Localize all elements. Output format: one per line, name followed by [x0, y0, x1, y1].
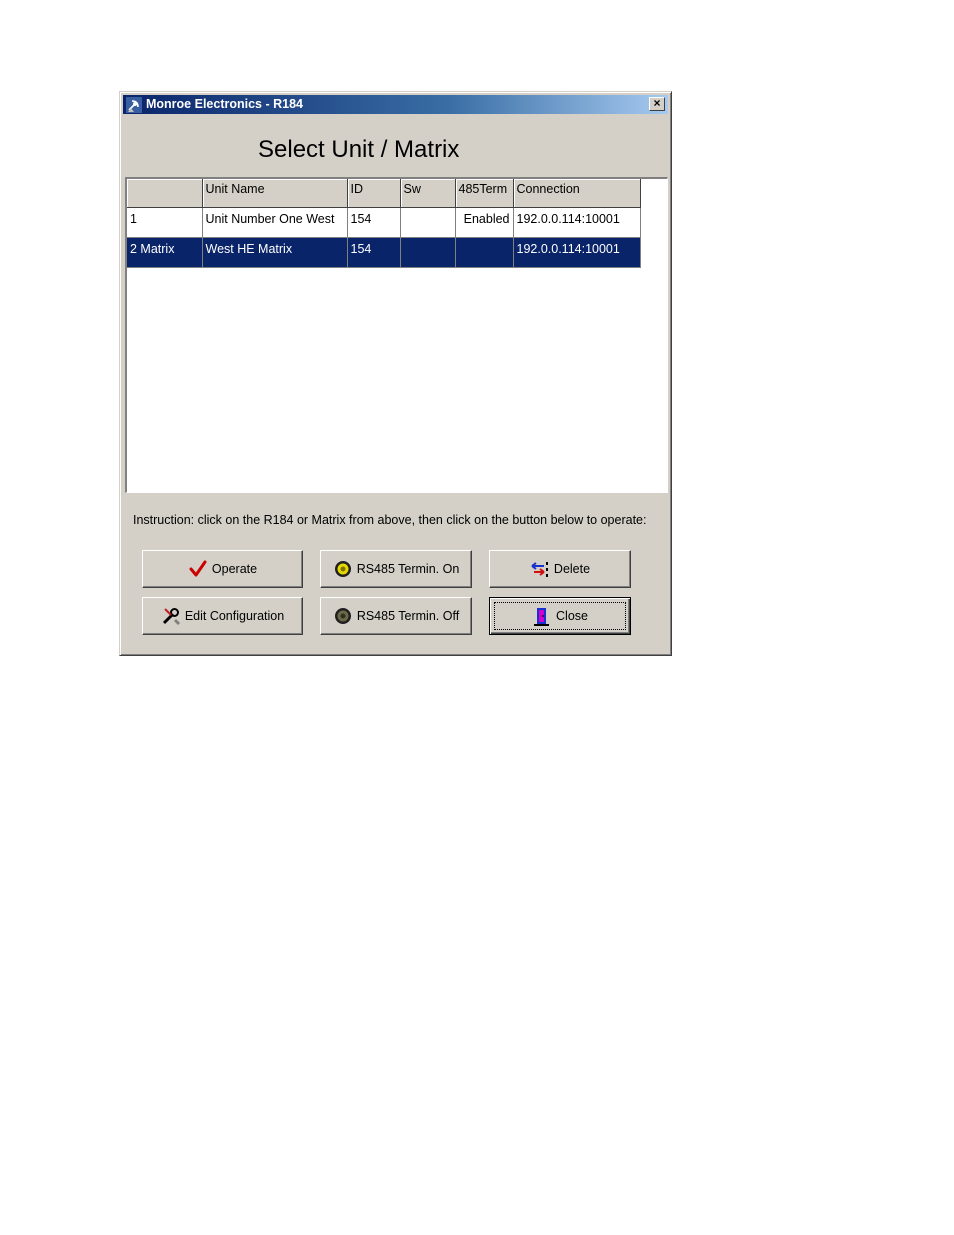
column-header-id[interactable]: ID [347, 179, 401, 208]
cell-unit-name: West HE Matrix [202, 237, 348, 268]
cell-connection: 192.0.0.114:10001 [513, 207, 641, 238]
rs485-on-label: RS485 Termin. On [356, 562, 460, 576]
column-header-sw[interactable]: Sw [400, 179, 456, 208]
unit-table: Unit Name ID Sw 485Term Connection 1 Uni… [127, 179, 641, 268]
header-row: Unit Name ID Sw 485Term Connection [127, 179, 641, 208]
tools-icon [162, 608, 180, 626]
instruction-text: Instruction: click on the R184 or Matrix… [133, 513, 647, 527]
rs485-termin-off-button[interactable]: RS485 Termin. Off [320, 597, 472, 635]
operate-label: Operate [211, 562, 258, 576]
cell-index: 2 Matrix [127, 237, 203, 268]
cell-connection: 192.0.0.114:10001 [513, 237, 641, 268]
delete-arrows-icon [531, 562, 548, 577]
table-row[interactable]: 2 Matrix West HE Matrix 154 192.0.0.114:… [127, 237, 641, 268]
close-button[interactable]: Close [489, 597, 631, 635]
check-icon [189, 560, 207, 577]
delete-label: Delete [553, 562, 591, 576]
led-off-icon [334, 608, 351, 624]
cell-485term [455, 237, 514, 268]
rs485-termin-on-button[interactable]: RS485 Termin. On [320, 550, 472, 588]
unit-grid[interactable]: Unit Name ID Sw 485Term Connection 1 Uni… [125, 177, 668, 493]
edit-configuration-label: Edit Configuration [184, 609, 285, 623]
delete-button[interactable]: Delete [489, 550, 631, 588]
cell-sw [400, 207, 456, 238]
cell-id: 154 [347, 237, 401, 268]
led-on-icon [334, 561, 351, 577]
focus-rectangle [494, 602, 626, 630]
cell-id: 154 [347, 207, 401, 238]
rs485-off-label: RS485 Termin. Off [356, 609, 460, 623]
page-title: Select Unit / Matrix [258, 136, 460, 163]
close-icon: × [653, 96, 661, 110]
dialog-window: Monroe Electronics - R184 × Select Unit … [119, 91, 672, 656]
window-title: Monroe Electronics - R184 [146, 97, 303, 111]
column-header-index[interactable] [127, 179, 203, 208]
cell-sw [400, 237, 456, 268]
cell-485term: Enabled [455, 207, 514, 238]
cell-unit-name: Unit Number One West [202, 207, 348, 238]
satellite-icon [126, 97, 142, 113]
edit-configuration-button[interactable]: Edit Configuration [142, 597, 303, 635]
cell-index: 1 [127, 207, 203, 238]
column-header-connection[interactable]: Connection [513, 179, 641, 208]
operate-button[interactable]: Operate [142, 550, 303, 588]
table-row[interactable]: 1 Unit Number One West 154 Enabled 192.0… [127, 207, 641, 238]
column-header-unit-name[interactable]: Unit Name [202, 179, 348, 208]
window-close-button[interactable]: × [649, 97, 665, 111]
title-bar[interactable]: Monroe Electronics - R184 × [123, 95, 668, 114]
column-header-485term[interactable]: 485Term [455, 179, 514, 208]
